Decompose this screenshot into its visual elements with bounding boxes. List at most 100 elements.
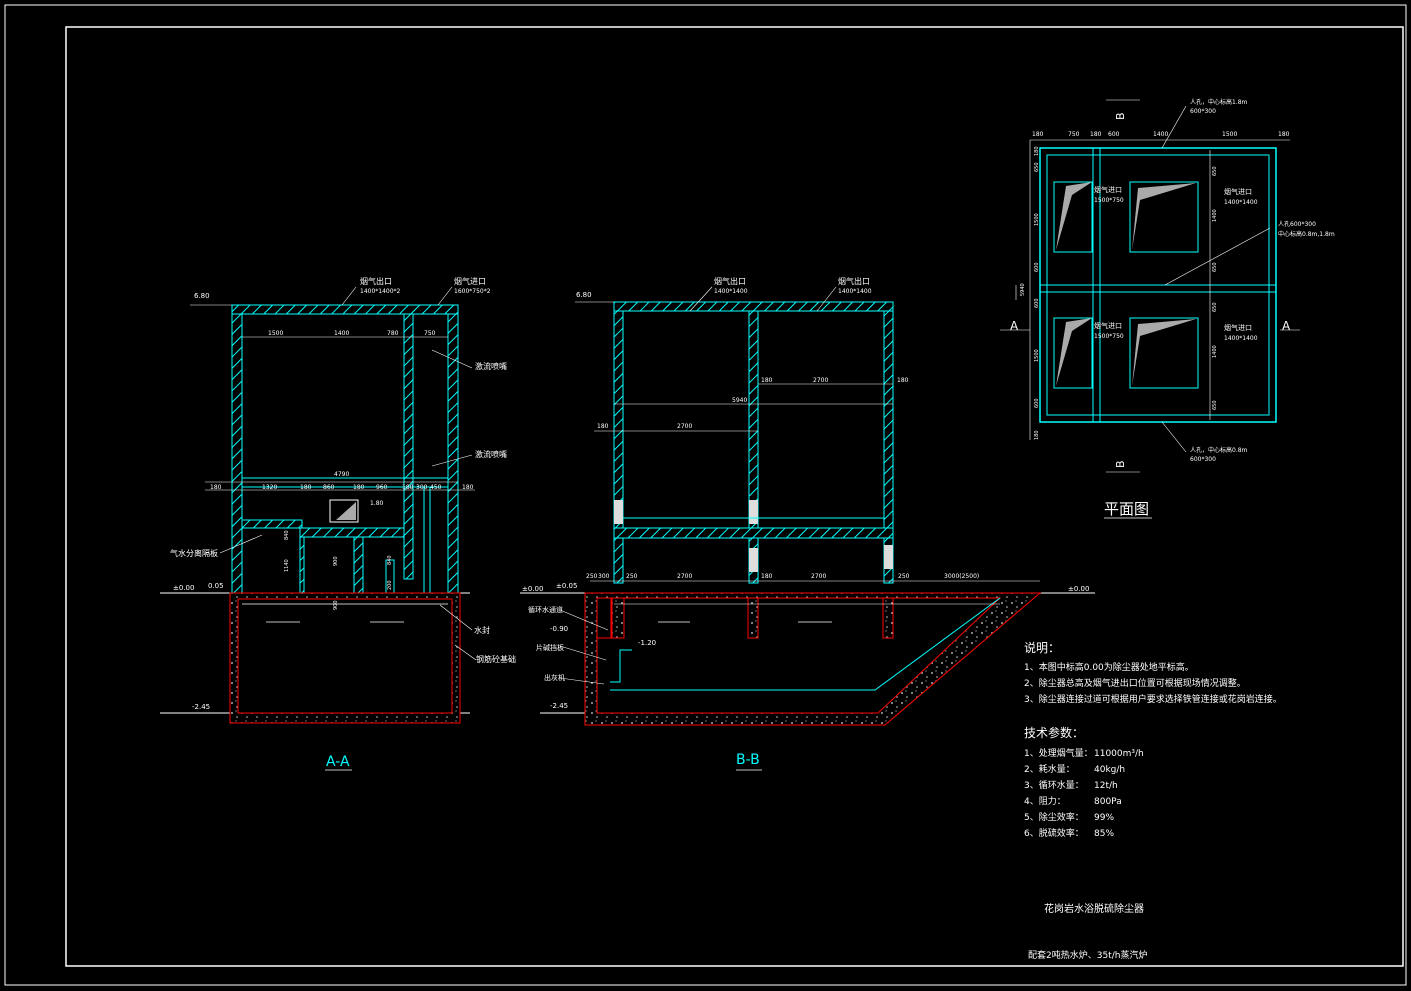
inner-frame: [65, 26, 1404, 967]
bb-baffle: 片碱挡板: [536, 643, 564, 652]
bb-dim-bottom-6: 2700: [811, 573, 826, 580]
notes-item-3: 3、除尘器连接过道可根据用户要求选择铁管连接或花岗岩连接。: [1024, 693, 1282, 705]
bb-elev-zero: ±0.00: [522, 585, 543, 593]
aa-dim-vert-2: 1140: [284, 559, 290, 572]
aa-dim-mid-10: 180: [462, 484, 474, 491]
aa-dim-mid-9: 450: [430, 484, 442, 491]
plan-inlet-d-size: 1400*1400: [1224, 335, 1258, 342]
plan-section-mark-b-top: B: [1114, 112, 1127, 120]
plan-dim-side: 5940: [1020, 283, 1026, 296]
plan-manhole-bottom: 人孔，中心标高0.8m: [1190, 446, 1248, 454]
bb-dim-bottom-1: 250: [586, 573, 598, 580]
aa-dim-top-4: 750: [424, 330, 436, 337]
aa-dim-vert-6: 200: [387, 580, 393, 590]
plan-manhole-bottom-size: 600*300: [1190, 456, 1216, 463]
bb-dim-total: 5940: [732, 397, 747, 404]
cad-drawing: 6.80 烟气出口 1400*1400*2 烟气进口 1600*750*2 15…: [4, 4, 1407, 986]
aa-turbulence-2: 激流喷嘴: [475, 449, 507, 459]
title-block-subtitle: 配套2吨热水炉、35t/h蒸汽炉: [1028, 949, 1147, 961]
bb-elev-m120: -1.20: [638, 639, 656, 647]
aa-dim-mid-2: 1320: [262, 484, 277, 491]
aa-dim-vert-5: 840: [387, 555, 393, 565]
aa-elev-top: 6.80: [194, 292, 210, 300]
bb-dim-bottom-5: 180: [761, 573, 773, 580]
plan-dim-left-4: 600: [1034, 262, 1040, 272]
bb-dim-upper-1: 180: [761, 377, 773, 384]
plan-dim-left-1: 180: [1034, 146, 1040, 156]
aa-dim-top-1: 1500: [268, 330, 283, 337]
plan-manhole-mid-elev: 中心标高0.8m,1.8m: [1278, 230, 1335, 238]
bb-ash-machine: 出灰机: [544, 673, 565, 682]
bb-dim-bottom-2: 300: [598, 573, 610, 580]
bb-elev-005: ±0.05: [556, 582, 577, 590]
bb-elev-top: 6.80: [576, 291, 592, 299]
aa-dim-mid-5: 180: [353, 484, 365, 491]
aa-dim-vert-3: 900: [333, 556, 339, 566]
plan-inlet-c: 烟气进口: [1094, 321, 1122, 330]
tech-label-1: 1、处理烟气量：: [1024, 747, 1093, 759]
aa-dim-vert-4: 900: [333, 600, 339, 610]
tech-label-3: 3、循环水量：: [1024, 779, 1084, 791]
aa-dim-total: 4790: [334, 471, 349, 478]
bb-outlet-2: 烟气出口: [838, 276, 870, 286]
plan-dim-top-6: 1500: [1222, 131, 1237, 138]
title-block-name: 花岗岩水浴脱硫除尘器: [1044, 902, 1144, 915]
bb-dim-upper-3: 180: [897, 377, 909, 384]
aa-water-seal: 水封: [474, 625, 490, 635]
bb-elev-right: ±0.00: [1068, 585, 1089, 593]
plan-dim-left-8: 180: [1034, 430, 1040, 440]
plan-title: 平面图: [1104, 500, 1149, 518]
aa-dim-mid-3: 180: [300, 484, 312, 491]
plan-dim-top-7: 180: [1278, 131, 1290, 138]
bb-elev-m090: -0.90: [550, 625, 568, 633]
aa-concrete: 钢筋砼基础: [476, 654, 516, 664]
aa-dim-mid-6: 960: [376, 484, 388, 491]
plan-view: [1000, 99, 1300, 519]
plan-dim-top-3: 180: [1090, 131, 1102, 138]
aa-elev-bottom: -2.45: [192, 703, 210, 711]
aa-separator-label: 气水分离隔板: [170, 548, 218, 558]
plan-inlet-d: 烟气进口: [1224, 323, 1252, 332]
bb-dim-lower-1: 180: [597, 423, 609, 430]
aa-dim-top-3: 780: [387, 330, 399, 337]
plan-dim-left-2: 650: [1034, 162, 1040, 172]
notes-item-1: 1、本图中标高0.00为除尘器处地平标高。: [1024, 661, 1194, 673]
bb-outlet-1: 烟气出口: [714, 276, 746, 286]
plan-section-mark-a-right: A: [1282, 319, 1291, 333]
aa-outlet-size: 1400*1400*2: [360, 288, 401, 295]
tech-value-4: 800Pa: [1094, 797, 1122, 807]
plan-dim-right-2: 1400: [1212, 209, 1218, 222]
plan-inlet-a-size: 1500*750: [1094, 197, 1124, 204]
aa-elev-180: 1.80: [370, 500, 384, 507]
plan-dim-right-3: 650: [1212, 262, 1218, 272]
bb-dim-bottom-3: 250: [626, 573, 638, 580]
aa-title: A-A: [326, 754, 350, 770]
plan-dim-right-1: 650: [1212, 166, 1218, 176]
aa-dim-mid-8: 300: [416, 484, 428, 491]
plan-dim-left-6: 1500: [1034, 349, 1040, 362]
notes-heading: 说明：: [1024, 640, 1060, 655]
plan-inlet-a: 烟气进口: [1094, 185, 1122, 194]
bb-dim-bottom-4: 2700: [677, 573, 692, 580]
aa-inlet-size: 1600*750*2: [454, 288, 491, 295]
plan-dim-top-2: 750: [1068, 131, 1080, 138]
bb-title: B-B: [736, 752, 760, 768]
tech-value-5: 99%: [1094, 813, 1114, 823]
tech-heading: 技术参数：: [1024, 725, 1084, 740]
aa-outlet-label: 烟气出口: [360, 276, 392, 286]
tech-value-1: 11000m³/h: [1094, 749, 1144, 759]
plan-section-mark-b-bottom: B: [1114, 460, 1127, 468]
plan-dim-left-3: 1500: [1034, 213, 1040, 226]
bb-dim-lower-2: 2700: [677, 423, 692, 430]
aa-dim-mid-4: 860: [323, 484, 335, 491]
plan-dim-top-4: 600: [1108, 131, 1120, 138]
bb-elev-bottom: -2.45: [550, 702, 568, 710]
plan-manhole-top-size: 600*300: [1190, 108, 1216, 115]
notes-item-2: 2、除尘器总高及烟气进出口位置可根据现场情况调整。: [1024, 677, 1246, 689]
aa-elev-005: 0.05: [208, 582, 224, 590]
plan-dim-right-6: 650: [1212, 400, 1218, 410]
outer-frame: [4, 4, 1407, 986]
aa-dim-mid-7: 180: [402, 484, 414, 491]
bb-dim-bottom-8: 3000(2500): [944, 573, 979, 580]
tech-value-2: 40kg/h: [1094, 765, 1125, 775]
